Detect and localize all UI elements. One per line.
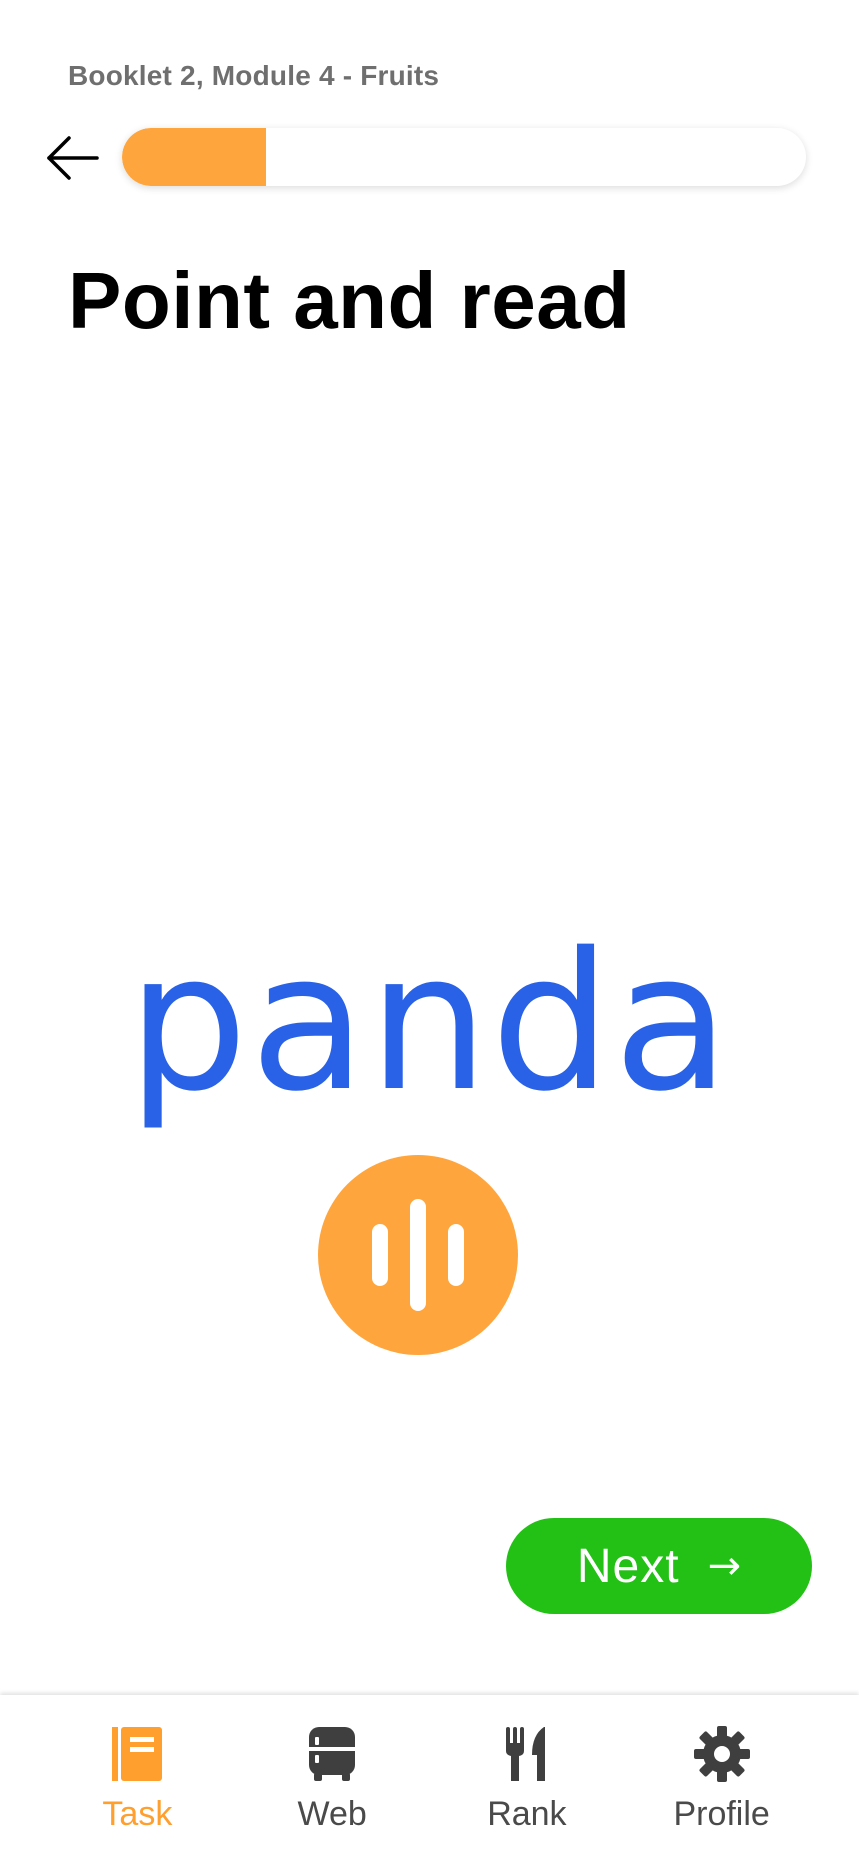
bottom-nav: Task Web Rank Profile (0, 1695, 859, 1862)
nav-label-profile: Profile (673, 1795, 770, 1833)
nav-item-web[interactable]: Web (247, 1725, 417, 1862)
target-word: panda (127, 912, 732, 1133)
fridge-icon (303, 1725, 361, 1783)
next-button[interactable]: Next → (506, 1518, 812, 1614)
nav-label-web: Web (297, 1795, 367, 1833)
nav-label-rank: Rank (487, 1795, 567, 1833)
gear-icon (693, 1725, 751, 1783)
nav-item-profile[interactable]: Profile (637, 1725, 807, 1862)
progress-bar (122, 128, 806, 186)
nav-item-rank[interactable]: Rank (442, 1725, 612, 1862)
audio-wave-icon-bar (448, 1224, 464, 1286)
breadcrumb: Booklet 2, Module 4 - Fruits (68, 60, 440, 91)
utensils-icon (498, 1725, 556, 1783)
play-audio-button[interactable] (318, 1155, 518, 1355)
book-icon (108, 1725, 166, 1783)
page-title: Point and read (68, 256, 631, 345)
screen: Booklet 2, Module 4 - Fruits Point and r… (0, 0, 859, 1862)
audio-wave-icon-bar (372, 1224, 388, 1286)
arrow-left-icon (47, 136, 99, 180)
nav-item-task[interactable]: Task (52, 1725, 222, 1862)
arrow-right-icon: → (707, 1543, 742, 1589)
nav-label-task: Task (102, 1795, 173, 1833)
back-button[interactable] (40, 128, 104, 188)
next-button-label: Next (576, 1539, 680, 1593)
progress-fill (122, 128, 266, 186)
audio-wave-icon-bar (410, 1199, 426, 1311)
